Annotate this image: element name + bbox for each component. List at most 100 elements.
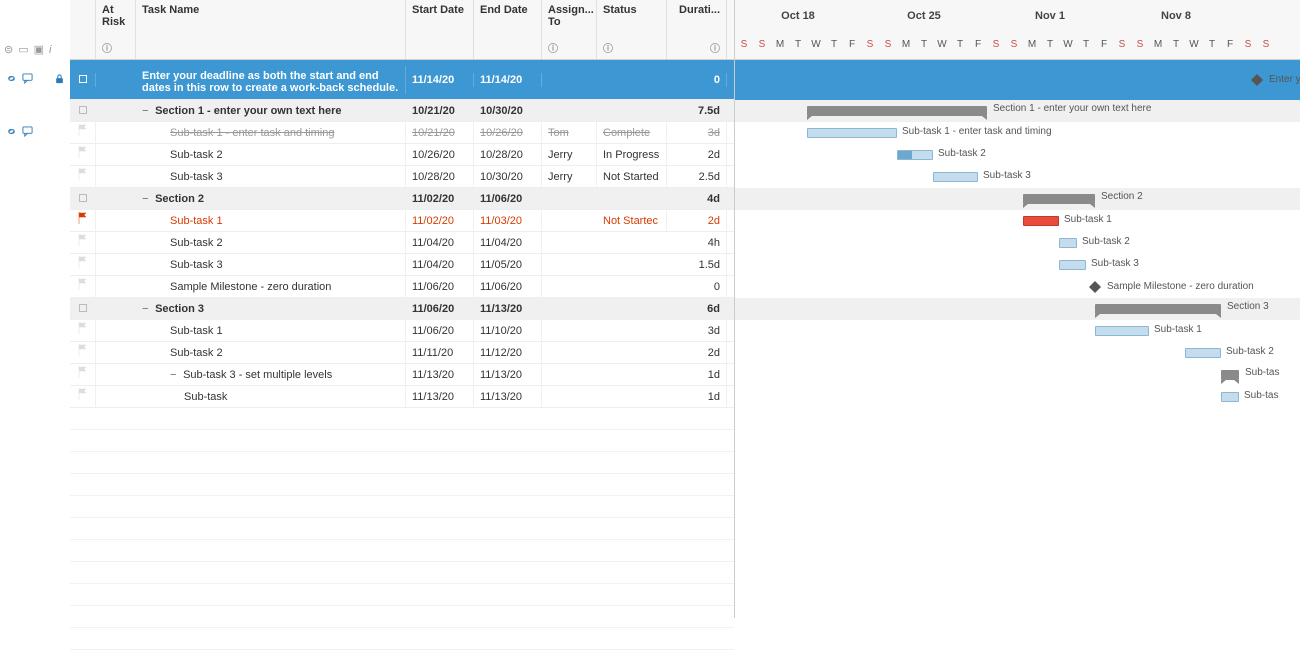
dur-cell[interactable]: 4d: [667, 188, 727, 210]
start-cell[interactable]: 11/13/20: [406, 386, 474, 408]
task-name-cell[interactable]: Sub-task 2: [136, 232, 406, 254]
gantt-bar[interactable]: Sub-task 3: [1059, 260, 1086, 270]
flag-cell[interactable]: [70, 100, 96, 122]
gantt-row[interactable]: Enter y: [735, 60, 1300, 100]
link-icon[interactable]: [6, 73, 17, 87]
grid-row[interactable]: Sub-task 210/26/2010/28/20JerryIn Progre…: [70, 144, 734, 166]
start-cell[interactable]: 11/06/20: [406, 276, 474, 298]
assign-cell[interactable]: Jerry: [542, 144, 597, 166]
info-icon[interactable]: i: [49, 44, 51, 56]
grid-row[interactable]: Sub-task 1 - enter task and timing10/21/…: [70, 122, 734, 144]
dur-cell[interactable]: 2d: [667, 342, 727, 364]
flag-cell[interactable]: [70, 254, 96, 276]
proof-icon[interactable]: ▣: [34, 43, 44, 56]
start-cell[interactable]: 11/13/20: [406, 364, 474, 386]
empty-row[interactable]: [70, 540, 734, 562]
gantt-bar[interactable]: Sub-task 1 - enter task and timing: [807, 128, 897, 138]
flag-cell[interactable]: [70, 210, 96, 232]
gantt-row[interactable]: Sub-tas: [735, 364, 1300, 386]
dur-cell[interactable]: 1d: [667, 386, 727, 408]
grid-row[interactable]: − Section 211/02/2011/06/204d: [70, 188, 734, 210]
gantt-row[interactable]: Sub-task 3: [735, 254, 1300, 276]
assign-cell[interactable]: Tom: [542, 122, 597, 144]
task-name-cell[interactable]: Enter your deadline as both the start an…: [136, 66, 406, 94]
task-name-cell[interactable]: − Section 3: [136, 298, 406, 320]
empty-row[interactable]: [70, 474, 734, 496]
start-cell[interactable]: 10/21/20: [406, 122, 474, 144]
gantt-bar[interactable]: Sub-task 2: [897, 150, 933, 160]
empty-row[interactable]: [70, 496, 734, 518]
toggle-icon[interactable]: −: [170, 364, 180, 386]
comment-icon[interactable]: ▭: [18, 43, 28, 56]
status-cell[interactable]: Not Startec: [597, 210, 667, 232]
dur-cell[interactable]: 2d: [667, 144, 727, 166]
gantt-bar[interactable]: Section 2: [1023, 194, 1095, 204]
grid-row[interactable]: − Sub-task 3 - set multiple levels11/13/…: [70, 364, 734, 386]
gantt-bar[interactable]: Sub-task 2: [1059, 238, 1077, 248]
assign-cell[interactable]: Jerry: [542, 166, 597, 188]
end-cell[interactable]: 10/26/20: [474, 122, 542, 144]
col-duration[interactable]: Durati...ⓘ: [667, 0, 727, 59]
attachment-icon[interactable]: ⊜: [4, 43, 13, 56]
gantt-row[interactable]: Sub-task 3: [735, 166, 1300, 188]
flag-cell[interactable]: [70, 144, 96, 166]
task-name-cell[interactable]: Sub-task 2: [136, 342, 406, 364]
end-cell[interactable]: 11/12/20: [474, 342, 542, 364]
status-cell[interactable]: Complete: [597, 122, 667, 144]
col-flag[interactable]: [70, 0, 96, 59]
dur-cell[interactable]: 7.5d: [667, 100, 727, 122]
empty-row[interactable]: [70, 606, 734, 628]
start-cell[interactable]: 10/26/20: [406, 144, 474, 166]
col-status[interactable]: Statusⓘ: [597, 0, 667, 59]
dur-cell[interactable]: 2.5d: [667, 166, 727, 188]
dur-cell[interactable]: 4h: [667, 232, 727, 254]
gantt-row[interactable]: Sub-task 2: [735, 232, 1300, 254]
end-cell[interactable]: 11/03/20: [474, 210, 542, 232]
dur-cell[interactable]: 2d: [667, 210, 727, 232]
link-icon[interactable]: [6, 126, 17, 140]
gantt-row[interactable]: Sub-task 1: [735, 210, 1300, 232]
grid-row[interactable]: Sample Milestone - zero duration11/06/20…: [70, 276, 734, 298]
dur-cell[interactable]: 1.5d: [667, 254, 727, 276]
status-cell[interactable]: In Progress: [597, 144, 667, 166]
task-name-cell[interactable]: Sub-task 3: [136, 166, 406, 188]
dur-cell[interactable]: 6d: [667, 298, 727, 320]
toggle-icon[interactable]: −: [142, 188, 152, 210]
gantt-bar[interactable]: Section 1 - enter your own text here: [807, 106, 987, 116]
end-cell[interactable]: 10/28/20: [474, 144, 542, 166]
status-cell[interactable]: Not Started: [597, 166, 667, 188]
gantt-row[interactable]: Sub-tas: [735, 386, 1300, 408]
start-cell[interactable]: 10/28/20: [406, 166, 474, 188]
grid-row[interactable]: Sub-task11/13/2011/13/201d: [70, 386, 734, 408]
empty-row[interactable]: [70, 562, 734, 584]
empty-row[interactable]: [70, 518, 734, 540]
gantt-row[interactable]: Sample Milestone - zero duration: [735, 276, 1300, 298]
flag-cell[interactable]: [70, 276, 96, 298]
task-name-cell[interactable]: Sub-task 1: [136, 320, 406, 342]
grid-row[interactable]: Enter your deadline as both the start an…: [70, 60, 734, 100]
flag-cell[interactable]: [70, 320, 96, 342]
start-cell[interactable]: 11/04/20: [406, 232, 474, 254]
task-name-cell[interactable]: Sub-task 1: [136, 210, 406, 232]
gantt-row[interactable]: Section 3: [735, 298, 1300, 320]
grid-row[interactable]: − Section 311/06/2011/13/206d: [70, 298, 734, 320]
dur-cell[interactable]: 3d: [667, 122, 727, 144]
grid-row[interactable]: Sub-task 111/02/2011/03/20Not Startec2d: [70, 210, 734, 232]
flag-cell[interactable]: [70, 166, 96, 188]
empty-row[interactable]: [70, 452, 734, 474]
end-cell[interactable]: 11/14/20: [474, 73, 542, 87]
dur-cell[interactable]: 0: [667, 73, 727, 87]
col-task-name[interactable]: Task Name: [136, 0, 406, 59]
dur-cell[interactable]: 1d: [667, 364, 727, 386]
gantt-pane[interactable]: Oct 18Oct 25Nov 1Nov 8 SSMTWTFSSMTWTFSSM…: [735, 0, 1300, 618]
task-name-cell[interactable]: − Section 1 - enter your own text here: [136, 100, 406, 122]
gantt-row[interactable]: Sub-task 1 - enter task and timing: [735, 122, 1300, 144]
gantt-bar[interactable]: Sub-tas: [1221, 370, 1239, 380]
start-cell[interactable]: 11/06/20: [406, 298, 474, 320]
gantt-bar[interactable]: Sub-tas: [1221, 392, 1239, 402]
comment-row-icon[interactable]: [22, 126, 33, 140]
col-end-date[interactable]: End Date: [474, 0, 542, 59]
empty-row[interactable]: [70, 430, 734, 452]
end-cell[interactable]: 11/10/20: [474, 320, 542, 342]
flag-cell[interactable]: [70, 342, 96, 364]
